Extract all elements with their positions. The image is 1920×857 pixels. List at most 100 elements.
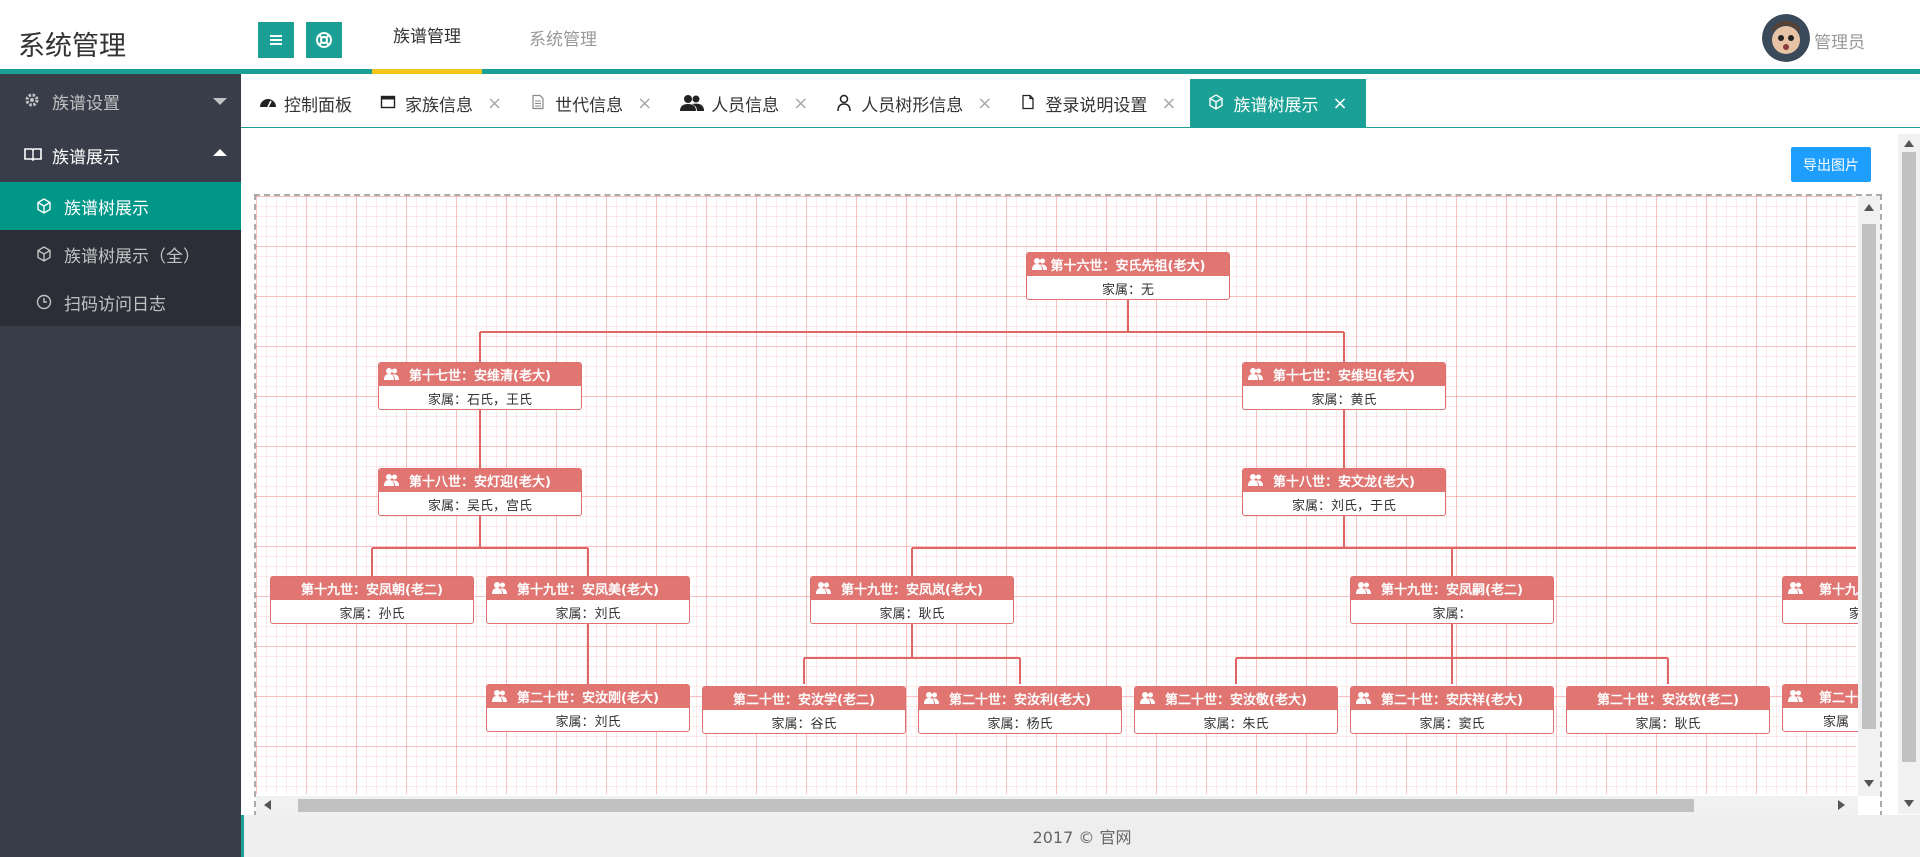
tree-node[interactable]: 第二十世：安汝学(老二) 家属：谷氏 [702, 686, 906, 734]
topnav-system[interactable]: 系统管理 [508, 0, 618, 74]
clock-icon [36, 294, 52, 310]
tab-family-info[interactable]: 家族信息 × [366, 79, 516, 127]
export-image-button[interactable]: 导出图片 [1791, 147, 1871, 182]
tree-node[interactable]: 第二十世：安汝敬(老大) 家属：朱氏 [1134, 686, 1338, 734]
tree-node[interactable]: 第十九世：安凤岚(老大) 家属：耿氏 [810, 576, 1014, 624]
tab-generation-info[interactable]: 世代信息 × [516, 79, 666, 127]
sidebar-group-genealogy-settings[interactable]: 族谱设置 [0, 74, 241, 128]
tree-node[interactable]: 第十七世：安维清(老大) 家属：石氏，王氏 [378, 362, 582, 410]
tree-node[interactable]: 第十八世：安文龙(老大) 家属：刘氏，于氏 [1242, 468, 1446, 516]
scroll-down-icon[interactable] [1904, 800, 1914, 807]
tree-node[interactable]: 第十九世：安凤朝(老二) 家属：孙氏 [270, 576, 474, 624]
tree-node[interactable]: 第十九世：安凤美(老大) 家属：刘氏 [486, 576, 690, 624]
sidebar-item-scan-log[interactable]: 扫码访问日志 [0, 278, 241, 326]
topnav-genealogy[interactable]: 族谱管理 [372, 0, 482, 74]
tree-node[interactable]: 第二十世：安庆祥(老大) 家属：窦氏 [1350, 686, 1554, 734]
node-title: 第二十世：安汝钦(老二) [1597, 693, 1739, 708]
hamburger-icon [270, 35, 282, 45]
users-icon [384, 474, 399, 486]
sidebar-item-tree-display-all[interactable]: 族谱树展示（全） [0, 230, 241, 278]
tab-label: 登录说明设置 [1045, 95, 1148, 116]
node-title: 第二十世：安庆祥(老大) [1381, 693, 1523, 708]
tree-node[interactable]: 第十八世：安灯迎(老大) 家属：吴氏，宫氏 [378, 468, 582, 516]
scroll-up-icon[interactable] [1864, 204, 1874, 211]
close-icon[interactable]: × [487, 93, 502, 114]
node-title: 第十九世：安凤嗣(老二) [1381, 583, 1523, 598]
users-icon [1248, 474, 1263, 486]
window-icon [380, 94, 398, 112]
chevron-up-icon [213, 149, 227, 156]
tab-bar: 控制面板 家族信息 × 世代信息 × 人员信息 × 人员树形信息 × 登录说明设… [241, 79, 1920, 128]
users-icon [680, 94, 705, 112]
close-icon[interactable]: × [1161, 93, 1176, 114]
avatar[interactable] [1762, 14, 1810, 62]
tab-label: 世代信息 [555, 95, 624, 116]
sidebar-item-label: 族谱树展示（全） [64, 246, 200, 267]
footer: 2017 © 官网 [244, 815, 1920, 857]
users-icon [1140, 692, 1155, 704]
tree-canvas[interactable]: 第十六世：安氏先祖(老大) 家属：无 第十七世：安维清(老大) 家属：石氏，王氏… [254, 194, 1882, 817]
tab-login-settings[interactable]: 登录说明设置 × [1006, 79, 1190, 127]
tab-label: 人员树形信息 [861, 95, 964, 116]
sidebar-group-label: 族谱设置 [52, 93, 120, 114]
menu-toggle-button[interactable] [258, 22, 294, 58]
users-icon [384, 368, 399, 380]
tab-person-tree-info[interactable]: 人员树形信息 × [822, 79, 1006, 127]
node-title: 第二十 [1819, 691, 1859, 706]
sidebar: 族谱设置 族谱展示 族谱树展示 族谱树展示（全） 扫码访问日志 [0, 74, 241, 857]
users-icon [1032, 258, 1047, 270]
scroll-right-icon[interactable] [1838, 800, 1845, 810]
node-title: 第十九世：安凤朝(老二) [301, 583, 443, 598]
node-title: 第十七世：安维坦(老大) [1273, 369, 1415, 384]
help-button[interactable] [306, 22, 342, 58]
close-icon[interactable]: × [1332, 93, 1347, 114]
close-icon[interactable]: × [977, 93, 992, 114]
node-family: 家属：孙氏 [339, 606, 405, 622]
tab-label: 控制面板 [284, 95, 352, 116]
sidebar-submenu: 族谱树展示 族谱树展示（全） 扫码访问日志 [0, 182, 241, 326]
top-header: 系统管理 族谱管理 系统管理 管理员 [0, 0, 1920, 74]
scroll-up-icon[interactable] [1904, 140, 1914, 147]
file-icon [1020, 94, 1038, 112]
tree-node[interactable]: 第二十世：安汝利(老大) 家属：杨氏 [918, 686, 1122, 734]
node-family: 家属：刘氏 [555, 606, 621, 622]
node-title: 第二十世：安汝敬(老大) [1165, 693, 1307, 708]
tree-node[interactable]: 第十九世：安凤嗣(老二) 家属： [1350, 576, 1554, 624]
tab-tree-display[interactable]: 族谱树展示 × [1190, 79, 1366, 127]
scroll-down-icon[interactable] [1864, 780, 1874, 787]
sidebar-item-label: 族谱树展示 [64, 198, 149, 219]
node-title: 第十六世：安氏先祖(老大) [1050, 259, 1206, 274]
node-family: 家属：耿氏 [1635, 716, 1701, 732]
sidebar-group-genealogy-display[interactable]: 族谱展示 [0, 128, 241, 182]
tab-person-info[interactable]: 人员信息 × [666, 79, 822, 127]
scroll-left-icon[interactable] [264, 800, 271, 810]
sidebar-item-tree-display[interactable]: 族谱树展示 [0, 182, 241, 230]
tree-node[interactable]: 第二十世：安汝刚(老大) 家属：刘氏 [486, 684, 690, 732]
node-family: 家属：杨氏 [987, 716, 1053, 732]
node-title: 第十九世：安凤岚(老大) [841, 583, 983, 598]
username[interactable]: 管理员 [1814, 28, 1865, 53]
tree-node[interactable]: 第十七世：安维坦(老大) 家属：黄氏 [1242, 362, 1446, 410]
lifebuoy-icon [316, 32, 332, 48]
page-vertical-scrollbar[interactable] [1898, 134, 1920, 814]
chevron-down-icon [213, 98, 227, 105]
close-icon[interactable]: × [793, 93, 808, 114]
users-icon [1356, 692, 1371, 704]
sidebar-group-label: 族谱展示 [52, 147, 120, 168]
node-family: 家属：窦氏 [1419, 716, 1485, 732]
scroll-thumb[interactable] [1902, 152, 1916, 762]
node-title: 第十八世：安灯迎(老大) [409, 475, 551, 490]
close-icon[interactable]: × [637, 93, 652, 114]
canvas-horizontal-scrollbar[interactable] [256, 796, 1858, 815]
scroll-thumb[interactable] [298, 799, 1694, 812]
scroll-thumb[interactable] [1862, 224, 1876, 729]
book-icon [24, 146, 42, 164]
tree-node[interactable]: 第十六世：安氏先祖(老大) 家属：无 [1026, 252, 1230, 300]
tab-dashboard[interactable]: 控制面板 [241, 79, 366, 127]
node-family: 家属：刘氏 [555, 714, 621, 730]
tree-node[interactable]: 第二十世：安汝钦(老二) 家属：耿氏 [1566, 686, 1770, 734]
canvas-vertical-scrollbar[interactable] [1858, 196, 1880, 796]
users-icon [1356, 582, 1371, 594]
node-family: 家属：谷氏 [771, 716, 837, 732]
users-icon [492, 582, 507, 594]
